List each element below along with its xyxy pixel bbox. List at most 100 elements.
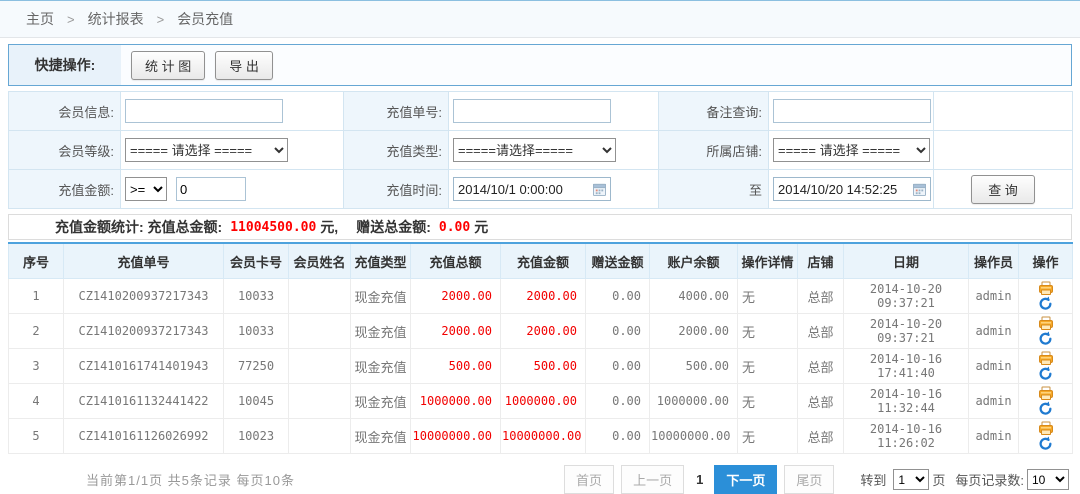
member-info-input[interactable] — [125, 99, 283, 123]
print-icon[interactable] — [1038, 386, 1054, 401]
cell-operations — [1019, 384, 1073, 419]
recharge-no-input[interactable] — [453, 99, 611, 123]
breadcrumb-member-recharge[interactable]: 会员充值 — [177, 9, 233, 29]
print-icon[interactable] — [1038, 421, 1054, 436]
cell-date: 2014-10-16 17:41:40 — [844, 349, 969, 384]
last-page-button[interactable]: 尾页 — [784, 465, 834, 494]
remark-label: 备注查询: — [659, 92, 769, 131]
summary-total-unit: 元, — [320, 217, 338, 237]
cell-operations — [1019, 314, 1073, 349]
recharge-no-label: 充值单号: — [344, 92, 449, 131]
next-page-button[interactable]: 下一页 — [714, 465, 777, 494]
cell-operator: admin — [969, 419, 1019, 454]
cell-no: 1 — [9, 279, 64, 314]
column-header: 会员姓名 — [289, 243, 351, 279]
refresh-icon[interactable] — [1038, 331, 1053, 346]
time-to-value: 2014/10/20 14:52:25 — [778, 182, 897, 197]
time-label: 充值时间: — [344, 170, 449, 209]
refresh-icon[interactable] — [1038, 436, 1053, 451]
amount-input[interactable] — [176, 177, 246, 201]
time-from-value: 2014/10/1 0:00:00 — [458, 182, 563, 197]
cell-gift: 0.00 — [586, 419, 650, 454]
cell-gift: 0.00 — [586, 349, 650, 384]
goto-page-select[interactable]: 1 — [893, 469, 929, 490]
shop-select[interactable]: ===== 请选择 ===== — [773, 138, 930, 162]
amount-operator-select[interactable]: >= — [125, 177, 167, 201]
cell-total: 10000000.00 — [411, 419, 501, 454]
cell-name — [289, 349, 351, 384]
time-to-input[interactable]: 2014/10/20 14:52:25 — [773, 177, 931, 201]
recharge-type-label: 充值类型: — [344, 131, 449, 170]
cell-gift: 0.00 — [586, 314, 650, 349]
print-icon[interactable] — [1038, 316, 1054, 331]
cell-order: CZ1410161741401943 — [64, 349, 224, 384]
breadcrumb-reports[interactable]: 统计报表 — [88, 9, 144, 29]
cell-total: 500.00 — [411, 349, 501, 384]
recharge-type-select[interactable]: =====请选择===== — [453, 138, 616, 162]
cell-card: 77250 — [224, 349, 289, 384]
time-from-input[interactable]: 2014/10/1 0:00:00 — [453, 177, 611, 201]
column-header: 序号 — [9, 243, 64, 279]
summary-bar: 充值金额统计: 充值总金额: 11004500.00 元, 赠送总金额: 0.0… — [8, 214, 1072, 240]
cell-type: 现金充值 — [351, 349, 411, 384]
cell-shop: 总部 — [798, 349, 844, 384]
cell-total: 2000.00 — [411, 314, 501, 349]
cell-shop: 总部 — [798, 314, 844, 349]
cell-operations — [1019, 349, 1073, 384]
cell-detail: 无 — [738, 419, 798, 454]
cell-shop: 总部 — [798, 279, 844, 314]
column-header: 店铺 — [798, 243, 844, 279]
first-page-button[interactable]: 首页 — [564, 465, 614, 494]
cell-balance: 4000.00 — [650, 279, 738, 314]
cell-shop: 总部 — [798, 384, 844, 419]
filter-form: 会员信息: 充值单号: 备注查询: 会员等级: ===== 请选择 ===== … — [8, 91, 1073, 209]
member-level-label: 会员等级: — [9, 131, 121, 170]
calendar-icon[interactable] — [593, 183, 606, 196]
cell-card: 10033 — [224, 314, 289, 349]
member-level-select[interactable]: ===== 请选择 ===== — [125, 138, 288, 162]
cell-type: 现金充值 — [351, 419, 411, 454]
cell-date: 2014-10-20 09:37:21 — [844, 314, 969, 349]
breadcrumb-home[interactable]: 主页 — [26, 9, 54, 29]
summary-total-value: 11004500.00 — [230, 220, 316, 235]
table-row: 2CZ141020093721734310033现金充值2000.002000.… — [9, 314, 1073, 349]
refresh-icon[interactable] — [1038, 296, 1053, 311]
cell-operator: admin — [969, 349, 1019, 384]
cell-amount: 1000000.00 — [501, 384, 586, 419]
cell-no: 2 — [9, 314, 64, 349]
cell-gift: 0.00 — [586, 384, 650, 419]
export-button[interactable]: 导 出 — [215, 51, 273, 80]
cell-date: 2014-10-20 09:37:21 — [844, 279, 969, 314]
cell-name — [289, 314, 351, 349]
refresh-icon[interactable] — [1038, 366, 1053, 381]
refresh-icon[interactable] — [1038, 401, 1053, 416]
cell-card: 10033 — [224, 279, 289, 314]
cell-order: CZ1410200937217343 — [64, 314, 224, 349]
quick-operations-label: 快捷操作: — [9, 45, 121, 85]
cell-name — [289, 279, 351, 314]
cell-amount: 2000.00 — [501, 314, 586, 349]
cell-date: 2014-10-16 11:32:44 — [844, 384, 969, 419]
cell-balance: 1000000.00 — [650, 384, 738, 419]
calendar-icon[interactable] — [913, 183, 926, 196]
cell-total: 1000000.00 — [411, 384, 501, 419]
cell-name — [289, 384, 351, 419]
column-header: 操作 — [1019, 243, 1073, 279]
column-header: 赠送金额 — [586, 243, 650, 279]
column-header: 会员卡号 — [224, 243, 289, 279]
cell-amount: 10000000.00 — [501, 419, 586, 454]
cell-type: 现金充值 — [351, 279, 411, 314]
print-icon[interactable] — [1038, 281, 1054, 296]
pagesize-select[interactable]: 10 — [1027, 469, 1069, 490]
search-button[interactable]: 查 询 — [971, 175, 1035, 204]
cell-no: 4 — [9, 384, 64, 419]
cell-balance: 500.00 — [650, 349, 738, 384]
cell-detail: 无 — [738, 384, 798, 419]
remark-input[interactable] — [773, 99, 931, 123]
chart-button[interactable]: 统 计 图 — [131, 51, 205, 80]
cell-detail: 无 — [738, 279, 798, 314]
table-row: 4CZ141016113244142210045现金充值1000000.0010… — [9, 384, 1073, 419]
cell-balance: 2000.00 — [650, 314, 738, 349]
prev-page-button[interactable]: 上一页 — [621, 465, 684, 494]
print-icon[interactable] — [1038, 351, 1054, 366]
